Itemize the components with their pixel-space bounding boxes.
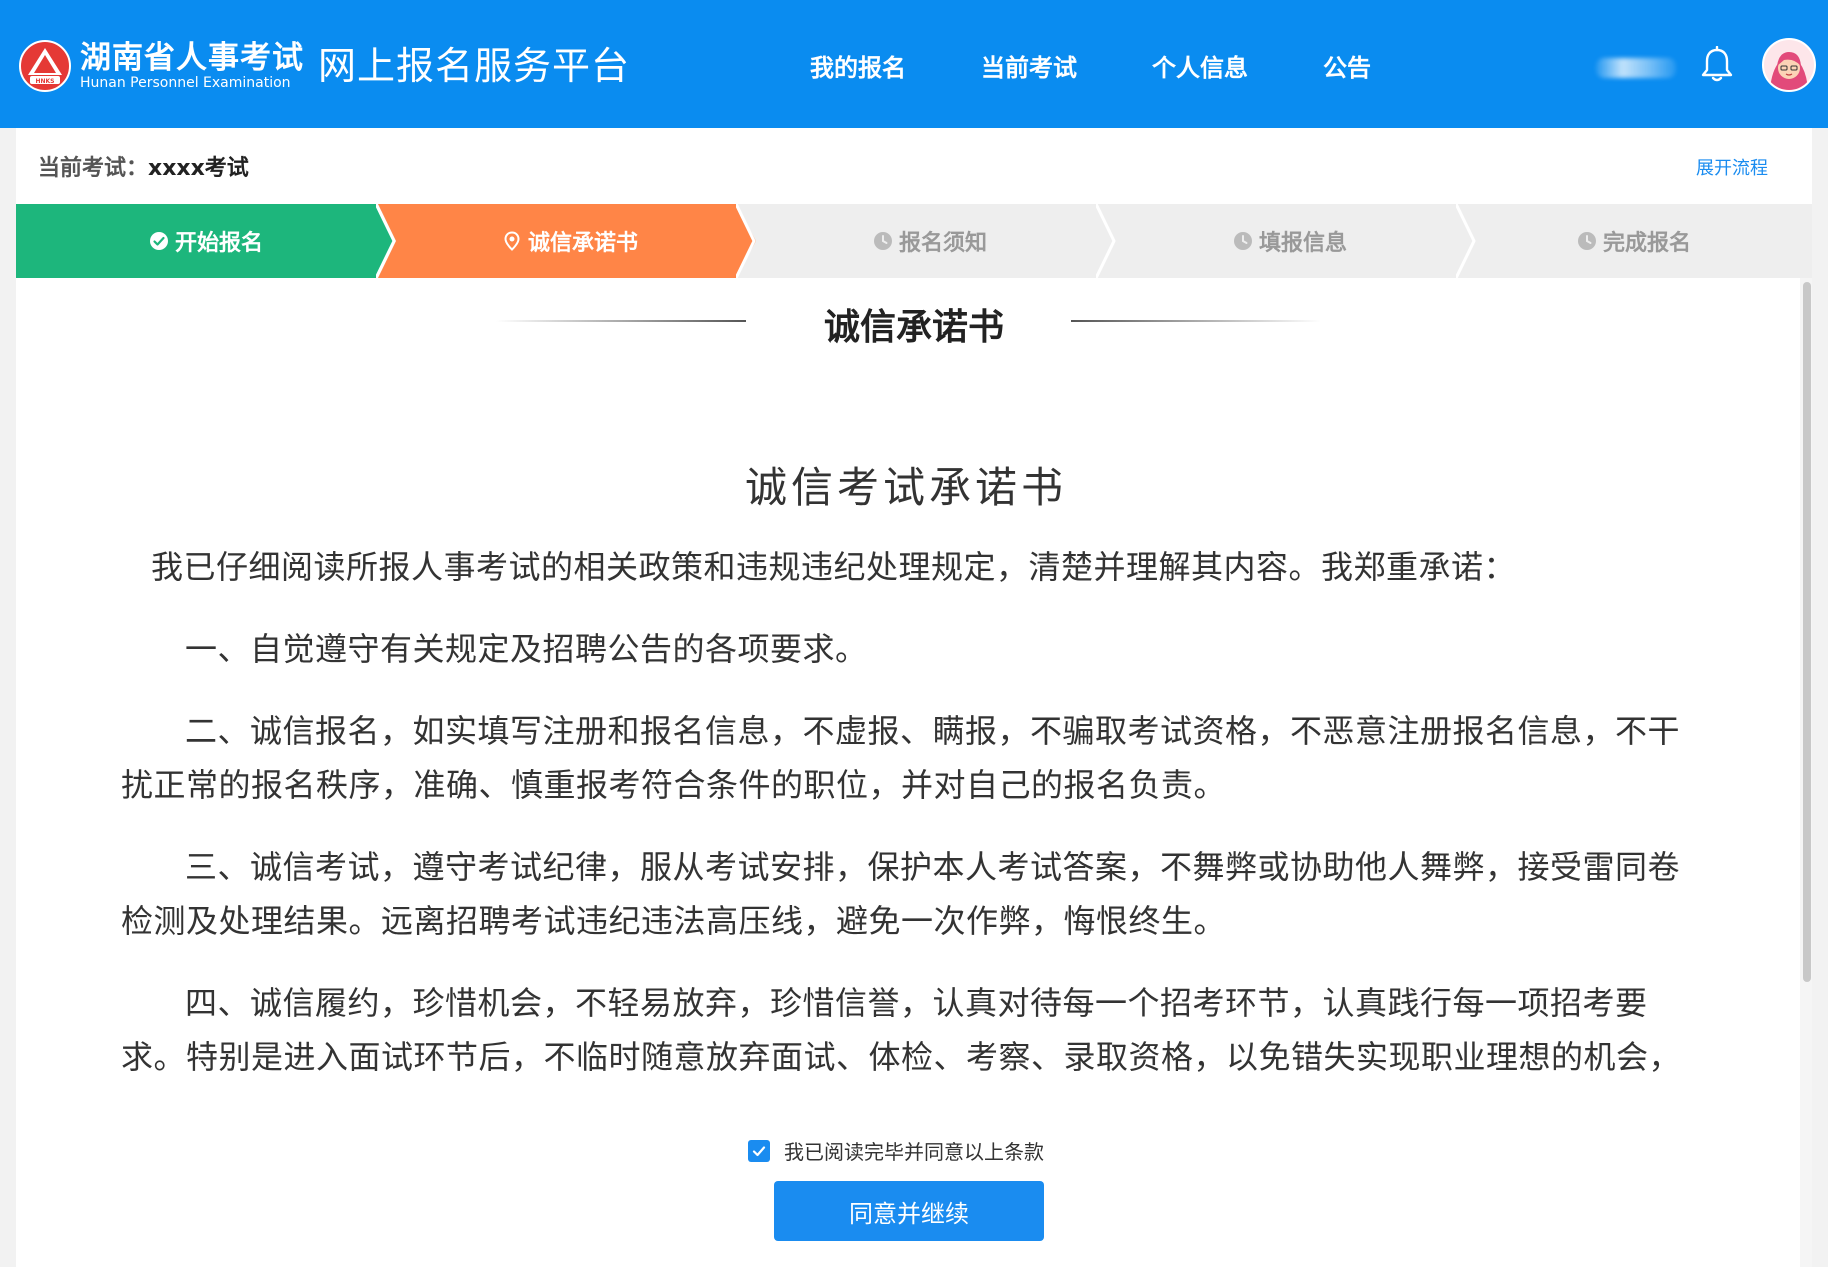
clock-icon — [1233, 232, 1252, 250]
nav-my-registration[interactable]: 我的报名 — [810, 48, 906, 88]
check-circle-icon — [149, 232, 168, 250]
step-start-registration: 开始报名 — [16, 204, 396, 278]
current-exam-label-text: 当前考试： — [38, 156, 149, 181]
document-clause: 三、诚信考试，遵守考试纪律，服从考试安排，保护本人考试答案，不舞弊或协助他人舞弊… — [121, 848, 1681, 940]
document-clause: 一、自觉遵守有关规定及招聘公告的各项要求。 — [185, 630, 868, 668]
expand-process-link[interactable]: 展开流程 — [1696, 154, 1768, 180]
logo-english-name: Hunan Personnel Examination — [80, 75, 291, 91]
step-label: 报名须知 — [898, 231, 987, 256]
document-clause: 二、诚信报名，如实填写注册和报名信息，不虚报、瞒报，不骗取考试资格，不恶意注册报… — [121, 712, 1681, 804]
nav-personal-info[interactable]: 个人信息 — [1152, 48, 1248, 88]
user-name-redacted[interactable] — [1596, 58, 1676, 78]
clock-icon — [1577, 232, 1596, 250]
hnks-emblem-icon: HNKS — [19, 40, 71, 92]
current-exam-name: xxxx考试 — [148, 156, 249, 181]
site-logo[interactable]: HNKS 湖南省人事考试 Hunan Personnel Examination — [18, 38, 304, 94]
bell-icon[interactable] — [1700, 46, 1734, 84]
clock-icon — [873, 232, 892, 250]
step-label: 开始报名 — [174, 231, 263, 256]
step-fill-info: 填报信息 — [1096, 204, 1484, 278]
agree-and-continue-button[interactable]: 同意并继续 — [774, 1181, 1044, 1241]
title-divider-right — [1071, 320, 1321, 322]
logo-chinese-name: 湖南省人事考试 — [80, 40, 304, 76]
top-header: HNKS 湖南省人事考试 Hunan Personnel Examination… — [0, 0, 1828, 128]
user-avatar[interactable] — [1762, 38, 1816, 92]
page-scrollbar-thumb[interactable] — [1803, 282, 1811, 982]
section-title: 诚信承诺书 — [823, 307, 1004, 348]
main-nav: 我的报名 当前考试 个人信息 公告 — [810, 48, 1371, 88]
step-integrity-pledge: 诚信承诺书 — [376, 204, 764, 278]
step-label: 完成报名 — [1602, 231, 1691, 256]
document-intro: 我已仔细阅读所报人事考试的相关政策和违规违纪处理规定，清楚并理解其内容。我郑重承… — [151, 548, 1517, 586]
nav-current-exam[interactable]: 当前考试 — [981, 48, 1077, 88]
checkmark-icon — [752, 1145, 766, 1156]
agree-checkbox[interactable] — [748, 1139, 770, 1162]
location-pin-icon — [504, 231, 520, 251]
current-exam-label: 当前考试：xxxx考试 — [38, 150, 249, 182]
step-complete-registration: 完成报名 — [1456, 204, 1812, 278]
logo-badge-text: HNKS — [35, 78, 54, 85]
avatar-illustration-icon — [1764, 40, 1814, 90]
registration-steps: 开始报名 诚信承诺书 报名须知 填报信息 完成报名 — [16, 204, 1812, 278]
agree-terms-row[interactable]: 我已阅读完毕并同意以上条款 — [748, 1136, 1044, 1165]
document-clause: 四、诚信履约，珍惜机会，不轻易放弃，珍惜信誉，认真对待每一个招考环节，认真践行每… — [121, 984, 1682, 1076]
pledge-panel: 诚信承诺书 诚信考试承诺书 我已仔细阅读所报人事考试的相关政策和违规违纪处理规定… — [16, 278, 1812, 1267]
agree-terms-label: 我已阅读完毕并同意以上条款 — [784, 1140, 1044, 1164]
step-label: 诚信承诺书 — [527, 231, 638, 256]
document-title: 诚信考试承诺书 — [744, 463, 1067, 512]
step-registration-notice: 报名须知 — [736, 204, 1124, 278]
pledge-document[interactable]: 诚信考试承诺书 我已仔细阅读所报人事考试的相关政策和违规违纪处理规定，清楚并理解… — [121, 458, 1691, 1080]
step-label: 填报信息 — [1258, 231, 1347, 256]
current-exam-bar: 当前考试：xxxx考试 展开流程 — [16, 128, 1812, 204]
platform-title: 网上报名服务平台 — [318, 44, 631, 88]
nav-announcements[interactable]: 公告 — [1323, 48, 1371, 88]
